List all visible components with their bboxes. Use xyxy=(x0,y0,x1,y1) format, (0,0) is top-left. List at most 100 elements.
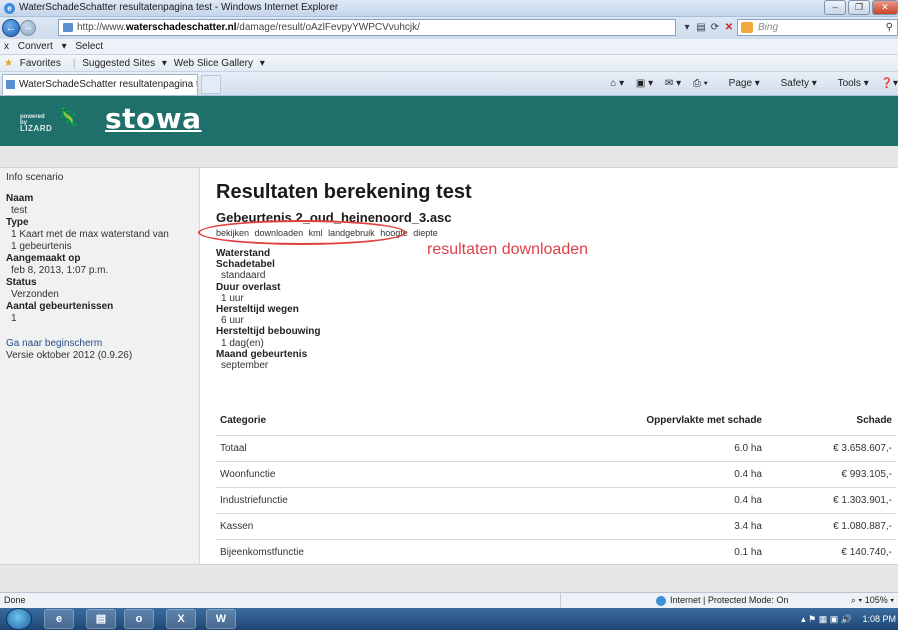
zoom-control[interactable]: ⌕ ▾ 105% ▾ xyxy=(851,593,894,608)
favorites-bar: ★ Favorites | Suggested Sites ▾ Web Slice… xyxy=(0,55,898,72)
start-button[interactable] xyxy=(6,608,32,630)
event-details: Waterstand Schadetabel standaard Duur ov… xyxy=(216,248,320,371)
scenario-info-sidebar: Info scenario Naam test Type 1 Kaart met… xyxy=(0,168,200,564)
windows-taskbar: e ▤ o X W ▴ ⚑ ▦ ▣ 🔊 1:08 PM xyxy=(0,608,898,630)
page-menu-label: Page xyxy=(728,78,753,89)
window-title-bar: e WaterSchadeSchatter resultatenpagina t… xyxy=(0,0,898,17)
cell-categorie: Totaal xyxy=(216,435,596,462)
detail-value: september xyxy=(221,360,269,372)
maximize-button[interactable]: ❐ xyxy=(848,0,870,15)
cell-schade: € 1.303.901,- xyxy=(766,487,896,514)
search-field[interactable]: Bing ⚲ xyxy=(737,19,898,36)
cell-oppervlakte: 0.4 ha xyxy=(596,487,766,514)
safety-menu-label: Safety xyxy=(780,78,809,89)
home-icon[interactable]: ⌂ ▾ xyxy=(610,78,624,89)
help-icon[interactable]: ❓▾ xyxy=(881,78,898,89)
home-link[interactable]: Ga naar beginscherm xyxy=(6,338,199,350)
table-header-row: Categorie Oppervlakte met schade Schade xyxy=(216,406,896,436)
toolbar-close-button[interactable]: x xyxy=(4,41,9,52)
cell-categorie: Woonfunctie xyxy=(216,461,596,488)
url-path: /damage/result/oAzlFevpyYWPCVvuhcjk/ xyxy=(236,22,420,33)
word-taskbar-icon[interactable]: W xyxy=(206,609,236,629)
status-text: Done xyxy=(4,595,26,605)
select-button[interactable]: Select xyxy=(75,41,103,52)
sidebar-heading: Info scenario xyxy=(6,172,64,183)
security-zone[interactable]: Internet | Protected Mode: On xyxy=(656,593,788,608)
field-label: Status xyxy=(6,277,37,288)
table-row: Woonfunctie 0.4 ha € 993.105,- xyxy=(216,461,896,488)
internet-explorer-taskbar-icon[interactable]: e xyxy=(44,609,74,629)
cell-categorie: Kassen xyxy=(216,513,596,540)
table-row: Industriefunctie 0.4 ha € 1.303.901,- xyxy=(216,487,896,514)
excel-taskbar-icon[interactable]: X xyxy=(166,609,196,629)
internet-explorer-icon: e xyxy=(4,3,15,14)
outlook-taskbar-icon[interactable]: o xyxy=(124,609,154,629)
command-buttons: ⌂ ▾ ▣ ▾ ✉ ▾ ⎙ ▾ Page ▾ Safety ▾ Tools ▾ … xyxy=(601,75,898,93)
field-label: Aantal gebeurtenissen xyxy=(6,301,114,312)
command-toolbar: x Convert ▾ Select xyxy=(0,39,898,55)
field-value: 1 xyxy=(11,313,17,324)
window-title: WaterSchadeSchatter resultatenpagina tes… xyxy=(19,2,339,13)
field-status: Status Verzonden xyxy=(6,277,199,301)
back-button[interactable]: ← xyxy=(2,19,20,37)
detail-label: Schadetabel xyxy=(216,259,275,271)
tray-icons[interactable]: ▴ ⚑ ▦ ▣ 🔊 xyxy=(801,614,852,624)
separator: | xyxy=(72,58,76,69)
tools-menu[interactable]: Tools ▾ xyxy=(829,78,869,89)
link-diepte[interactable]: diepte xyxy=(413,228,438,238)
suggested-sites-link[interactable]: Suggested Sites ▾ xyxy=(82,58,167,69)
convert-label: Convert xyxy=(17,41,53,52)
cell-schade: € 993.105,- xyxy=(766,461,896,488)
convert-button[interactable]: Convert ▾ xyxy=(18,41,67,52)
page-title: Resultaten berekening test xyxy=(216,181,472,203)
field-type: Type 1 Kaart met de max waterstand van 1… xyxy=(6,217,199,253)
column-header-categorie: Categorie xyxy=(216,406,596,436)
cell-schade: € 1.080.887,- xyxy=(766,513,896,540)
address-toolbar: ← → http://www.waterschadeschatter.nl/da… xyxy=(0,17,898,39)
zoom-level: 105% xyxy=(864,595,888,605)
tab-active[interactable]: WaterSchadeSchatter resultatenpagina tes… xyxy=(2,74,198,95)
address-dropdown-icon[interactable]: ▾ xyxy=(680,20,694,35)
tools-menu-label: Tools xyxy=(837,78,861,89)
print-icon[interactable]: ⎙ ▾ xyxy=(693,78,708,89)
field-aantal-gebeurtenissen: Aantal gebeurtenissen 1 xyxy=(6,301,199,325)
address-field[interactable]: http://www.waterschadeschatter.nl/damage… xyxy=(58,19,676,36)
window-controls: – ❐ ✕ xyxy=(822,0,898,17)
favorites-button[interactable]: ★ Favorites xyxy=(4,58,65,69)
refresh-icon[interactable]: ⟳ xyxy=(708,20,722,35)
stop-icon[interactable]: ✕ xyxy=(722,20,736,35)
search-icon[interactable]: ⚲ xyxy=(886,20,893,35)
detail-label: Hersteltijd bebouwing xyxy=(216,326,321,338)
suggested-sites-label: Suggested Sites xyxy=(82,58,156,69)
safety-menu[interactable]: Safety ▾ xyxy=(772,78,817,89)
mail-icon[interactable]: ✉ ▾ xyxy=(665,78,681,89)
detail-label: Hersteltijd wegen xyxy=(216,304,299,316)
detail-value: 1 uur xyxy=(221,292,244,304)
clock[interactable]: 1:08 PM xyxy=(862,608,896,630)
close-button[interactable]: ✕ xyxy=(872,0,898,15)
compatibility-view-icon[interactable]: ▤ xyxy=(694,20,708,35)
field-label: Type xyxy=(6,217,29,228)
tab-bar: WaterSchadeSchatter resultatenpagina tes… xyxy=(0,72,898,96)
minimize-button[interactable]: – xyxy=(824,0,846,15)
field-value: feb 8, 2013, 1:07 p.m. xyxy=(11,265,109,276)
cell-schade: € 140.740,- xyxy=(766,539,896,566)
field-aangemaakt-op: Aangemaakt op feb 8, 2013, 1:07 p.m. xyxy=(6,253,199,277)
annotation-label: resultaten downloaden xyxy=(427,241,589,258)
lizard-logo[interactable]: powered by LIZARD xyxy=(20,114,52,133)
stowa-logo[interactable]: stowa xyxy=(105,102,202,135)
new-tab-button[interactable] xyxy=(201,75,221,94)
table-row: Totaal 6.0 ha € 3.658.607,- xyxy=(216,435,896,462)
page-menu[interactable]: Page ▾ xyxy=(720,78,760,89)
cell-categorie: Bijeenkomstfunctie xyxy=(216,539,596,566)
web-slice-gallery-link[interactable]: Web Slice Gallery ▾ xyxy=(174,58,265,69)
explorer-taskbar-icon[interactable]: ▤ xyxy=(86,609,116,629)
search-placeholder: Bing xyxy=(758,22,779,33)
detail-label: Duur overlast xyxy=(216,281,281,293)
column-header-schade: Schade xyxy=(766,406,896,436)
detail-label: Waterstand xyxy=(216,248,271,259)
cell-schade: € 3.658.607,- xyxy=(766,435,896,462)
feeds-icon[interactable]: ▣ ▾ xyxy=(636,78,653,89)
annotation-ellipse xyxy=(198,220,406,245)
forward-button[interactable]: → xyxy=(20,20,36,36)
